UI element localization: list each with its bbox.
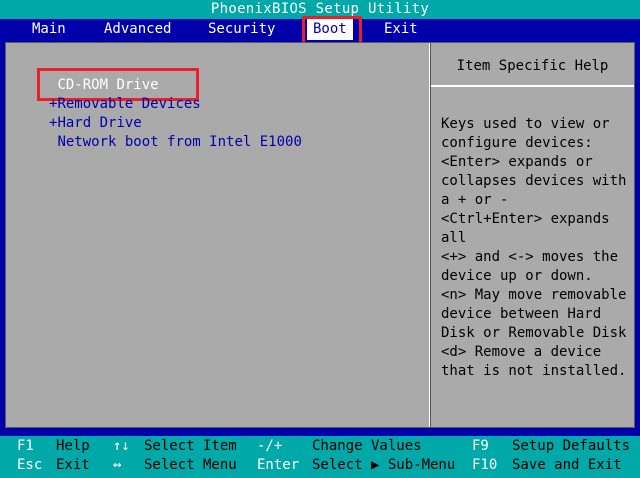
- boot-item-label: Removable Devices: [57, 96, 201, 112]
- help-line: configure devices:: [441, 135, 593, 151]
- footer-desc-select-item: Select Item: [144, 438, 237, 454]
- help-line: that is not installed.: [441, 363, 627, 379]
- help-line: device up or down.: [441, 268, 593, 284]
- help-line: <Ctrl+Enter> expands: [441, 211, 610, 227]
- menu-tab-security[interactable]: Security: [202, 19, 281, 40]
- menu-tab-advanced[interactable]: Advanced: [98, 19, 177, 40]
- boot-item-network-boot[interactable]: Network boot from Intel E1000: [49, 133, 302, 152]
- footer-desc-change-values: Change Values: [312, 438, 422, 454]
- menu-tab-exit[interactable]: Exit: [378, 19, 424, 40]
- help-line: Disk or Removable Disk: [441, 325, 627, 341]
- footer-key-f1: F1: [17, 438, 34, 454]
- boot-item-label: Network boot from Intel E1000: [57, 134, 302, 150]
- footer-desc-save-and-exit: Save and Exit: [512, 457, 622, 473]
- footer-desc-select-submenu: Select ▶ Sub-Menu: [312, 457, 456, 473]
- help-panel-title: Item Specific Help: [456, 58, 609, 74]
- help-line: device between Hard: [441, 306, 602, 322]
- up-down-arrows-icon: ↑↓: [113, 438, 130, 454]
- footer-desc-select-menu: Select Menu: [144, 457, 237, 473]
- help-line: all: [441, 230, 467, 246]
- footer-key-esc: Esc: [17, 457, 43, 473]
- footer-desc-setup-defaults: Setup Defaults: [512, 438, 631, 454]
- help-panel-text: Keys used to view or configure devices: …: [441, 115, 631, 381]
- footer-key-f9: F9: [472, 438, 489, 454]
- help-line: <n> May move removable: [441, 287, 627, 303]
- help-line: a + or -: [441, 192, 509, 208]
- key-legend-footer: F1 Help ↑↓ Select Item -/+ Change Values…: [0, 436, 640, 478]
- help-title-divider: [431, 85, 634, 87]
- footer-desc-exit: Exit: [56, 457, 90, 473]
- footer-desc-help: Help: [56, 438, 90, 454]
- help-line: <+> and <-> moves the: [441, 249, 619, 265]
- help-line: <Enter> expands or: [441, 154, 593, 170]
- left-right-arrow-icon: ↔: [113, 457, 122, 473]
- help-line: Keys used to view or: [441, 116, 610, 132]
- help-line: <d> Remove a device: [441, 344, 602, 360]
- panel-divider-vertical: [429, 43, 431, 427]
- boot-tab-highlight-box: [302, 16, 362, 45]
- boot-item-hard-drive[interactable]: +Hard Drive: [49, 114, 142, 133]
- help-line: collapses devices with: [441, 173, 627, 189]
- footer-key-f10: F10: [472, 457, 498, 473]
- footer-key-minus-plus: -/+: [257, 438, 283, 454]
- footer-key-enter: Enter: [257, 457, 300, 473]
- boot-item-removable-devices[interactable]: +Removable Devices: [49, 95, 201, 114]
- menu-tab-main[interactable]: Main: [26, 19, 72, 40]
- boot-item-label: Hard Drive: [57, 115, 142, 131]
